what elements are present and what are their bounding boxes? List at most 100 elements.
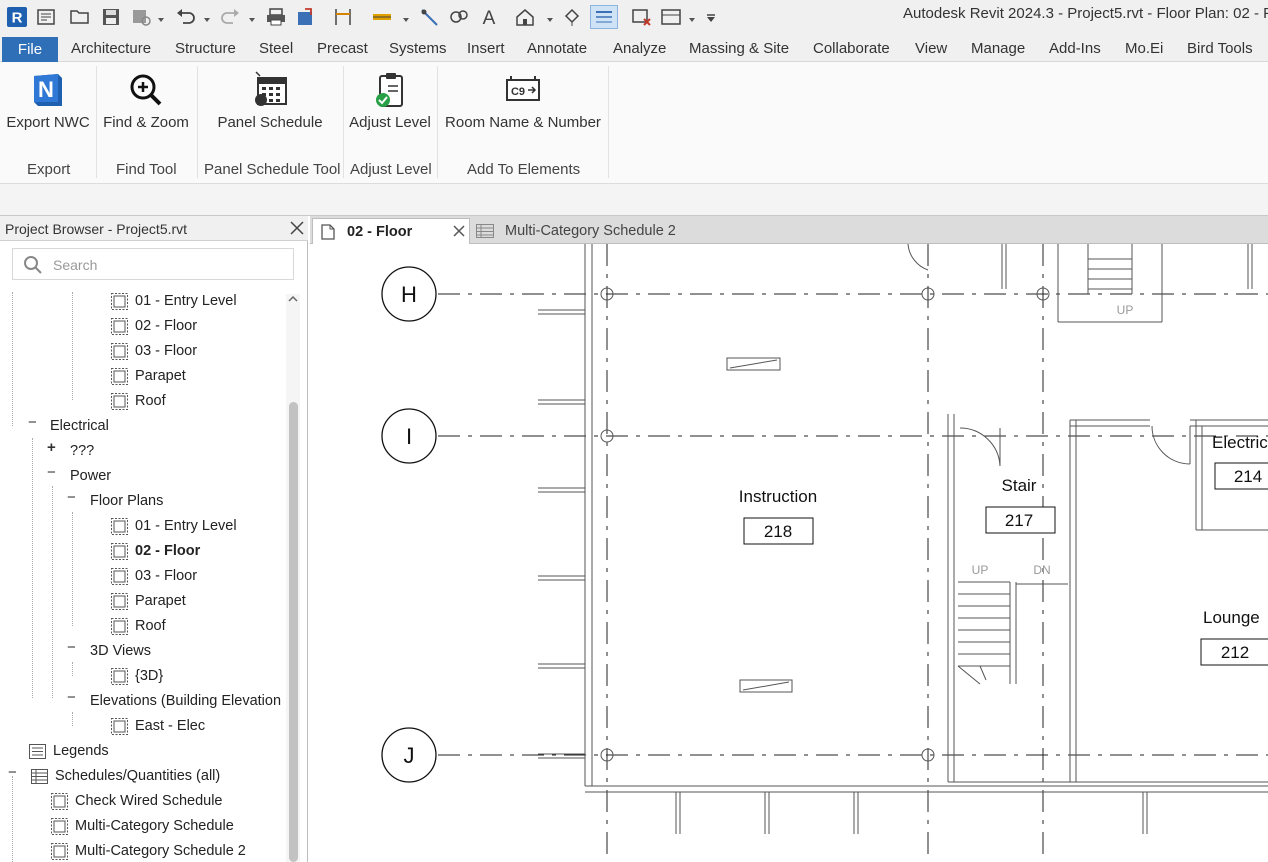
close-hidden-windows-icon[interactable] — [630, 5, 654, 29]
tab-annotate[interactable]: Annotate — [527, 40, 587, 57]
room-tag-electric[interactable]: Electric 214 — [1212, 433, 1268, 490]
chevron-up-icon[interactable] — [286, 292, 300, 306]
collapse-toggle[interactable]: − — [47, 464, 56, 481]
list-item[interactable]: 01 - Entry Level — [110, 290, 237, 312]
adjust-level-button[interactable]: Adjust Level — [345, 62, 435, 152]
find-zoom-button[interactable]: Find & Zoom — [98, 62, 194, 152]
default-3d-view-icon[interactable] — [513, 5, 537, 29]
collapse-toggle[interactable]: − — [67, 689, 76, 706]
panel-schedule-label: Panel Schedule — [217, 114, 323, 131]
adjust-level-label: Adjust Level — [349, 114, 431, 131]
close-icon[interactable] — [451, 223, 467, 239]
grid-bubble-h[interactable]: H — [381, 266, 437, 322]
list-item[interactable]: Power — [70, 465, 111, 487]
switch-windows-icon[interactable] — [659, 5, 683, 29]
file-tab[interactable]: File — [2, 37, 58, 62]
section-icon[interactable] — [560, 5, 584, 29]
list-item[interactable]: Floor Plans — [90, 490, 163, 512]
list-item[interactable]: Elevations (Building Elevation — [90, 690, 281, 712]
tab-mo-ei[interactable]: Mo.Ei — [1125, 40, 1163, 57]
home-doc-icon[interactable] — [34, 5, 58, 29]
close-icon[interactable] — [289, 219, 305, 237]
list-item[interactable]: Roof — [110, 390, 166, 412]
collapse-toggle[interactable]: − — [8, 764, 17, 781]
grid-bubble-j[interactable]: J — [381, 727, 437, 783]
list-item[interactable]: Multi-Category Schedule — [50, 815, 234, 837]
list-item[interactable]: {3D} — [110, 665, 163, 687]
list-item[interactable]: Multi-Category Schedule 2 — [50, 840, 246, 862]
tab-view[interactable]: View — [915, 40, 947, 57]
room-tag-lounge[interactable]: Lounge 212 — [1200, 608, 1268, 666]
tab-analyze[interactable]: Analyze — [613, 40, 666, 57]
redo-icon[interactable] — [218, 5, 242, 29]
floor-plan-view-icon — [110, 392, 129, 411]
list-item[interactable]: 03 - Floor — [110, 565, 197, 587]
measure-icon[interactable] — [331, 5, 355, 29]
chevron-down-icon[interactable] — [688, 11, 696, 22]
collapse-toggle[interactable]: − — [67, 639, 76, 656]
thin-lines-icon[interactable] — [590, 5, 618, 29]
revit-logo-icon[interactable]: R — [5, 5, 29, 29]
panel-schedule-button[interactable]: Panel Schedule — [198, 62, 342, 152]
collapse-toggle[interactable]: − — [28, 414, 37, 431]
chevron-down-icon[interactable] — [203, 11, 211, 22]
tab-collaborate[interactable]: Collaborate — [813, 40, 890, 57]
customize-toolbar-icon[interactable] — [706, 11, 715, 22]
room-name: Lounge — [1203, 608, 1260, 627]
expand-toggle[interactable]: + — [47, 439, 56, 456]
room-tag-stair[interactable]: Stair 217 — [985, 476, 1056, 534]
chevron-down-icon[interactable] — [402, 11, 410, 22]
list-item[interactable]: Parapet — [110, 365, 186, 387]
tab-bird-tools[interactable]: Bird Tools — [1187, 40, 1253, 57]
list-item[interactable]: Roof — [110, 615, 166, 637]
aligned-dimension-icon[interactable] — [370, 5, 394, 29]
save-icon[interactable] — [99, 5, 123, 29]
list-item[interactable]: 01 - Entry Level — [110, 515, 237, 537]
list-item[interactable]: 02 - Floor — [110, 540, 200, 562]
list-item[interactable]: Parapet — [110, 590, 186, 612]
chevron-down-icon[interactable] — [546, 11, 554, 22]
undo-icon[interactable] — [174, 5, 198, 29]
list-item[interactable]: Schedules/Quantities (all) — [30, 765, 220, 787]
angular-dimension-icon[interactable] — [418, 5, 442, 29]
collapse-toggle[interactable]: − — [67, 489, 76, 506]
tab-structure[interactable]: Structure — [175, 40, 236, 57]
tab-precast[interactable]: Precast — [317, 40, 368, 57]
panel-divider — [197, 66, 198, 178]
tab-architecture[interactable]: Architecture — [71, 40, 151, 57]
list-item[interactable]: 02 - Floor — [110, 315, 197, 337]
scrollbar-thumb[interactable] — [289, 402, 298, 862]
tab-systems[interactable]: Systems — [389, 40, 447, 57]
tag-icon[interactable] — [447, 5, 471, 29]
room-tag-instruction[interactable]: Instruction 218 — [739, 487, 817, 545]
tab-multi-category-schedule-2[interactable]: Multi-Category Schedule 2 — [472, 218, 722, 244]
list-item[interactable]: 03 - Floor — [110, 340, 197, 362]
schedule-view-icon — [50, 817, 69, 836]
ribbon: N Export NWC Find & Zoom Panel Schedule … — [0, 62, 1268, 184]
export-icon[interactable] — [294, 5, 318, 29]
tab-massing-site[interactable]: Massing & Site — [689, 40, 789, 57]
open-folder-icon[interactable] — [68, 5, 92, 29]
chevron-down-icon[interactable] — [157, 11, 165, 22]
tree-item-label: 03 - Floor — [135, 568, 198, 584]
tab-add-ins[interactable]: Add-Ins — [1049, 40, 1101, 57]
print-icon[interactable] — [264, 5, 288, 29]
tab-insert[interactable]: Insert — [467, 40, 505, 57]
drawing-area[interactable]: H I J Instruction 218 Stair 217 Electric… — [310, 244, 1268, 862]
panel-schedule-calendar-icon — [250, 70, 290, 110]
tab-manage[interactable]: Manage — [971, 40, 1025, 57]
text-icon[interactable]: A — [477, 5, 501, 29]
tab-02-floor[interactable]: 02 - Floor — [312, 218, 470, 244]
list-item[interactable]: Legends — [28, 740, 109, 762]
tab-steel[interactable]: Steel — [259, 40, 293, 57]
list-item[interactable]: Electrical — [50, 415, 109, 437]
list-item[interactable]: ??? — [70, 440, 94, 462]
list-item[interactable]: 3D Views — [90, 640, 151, 662]
grid-bubble-i[interactable]: I — [381, 408, 437, 464]
room-name-number-button[interactable]: C9 Room Name & Number — [440, 62, 606, 152]
list-item[interactable]: Check Wired Schedule — [50, 790, 223, 812]
export-nwc-button[interactable]: N Export NWC — [0, 62, 96, 152]
chevron-down-icon[interactable] — [248, 11, 256, 22]
list-item[interactable]: East - Elec — [110, 715, 205, 737]
sync-icon[interactable] — [129, 5, 153, 29]
